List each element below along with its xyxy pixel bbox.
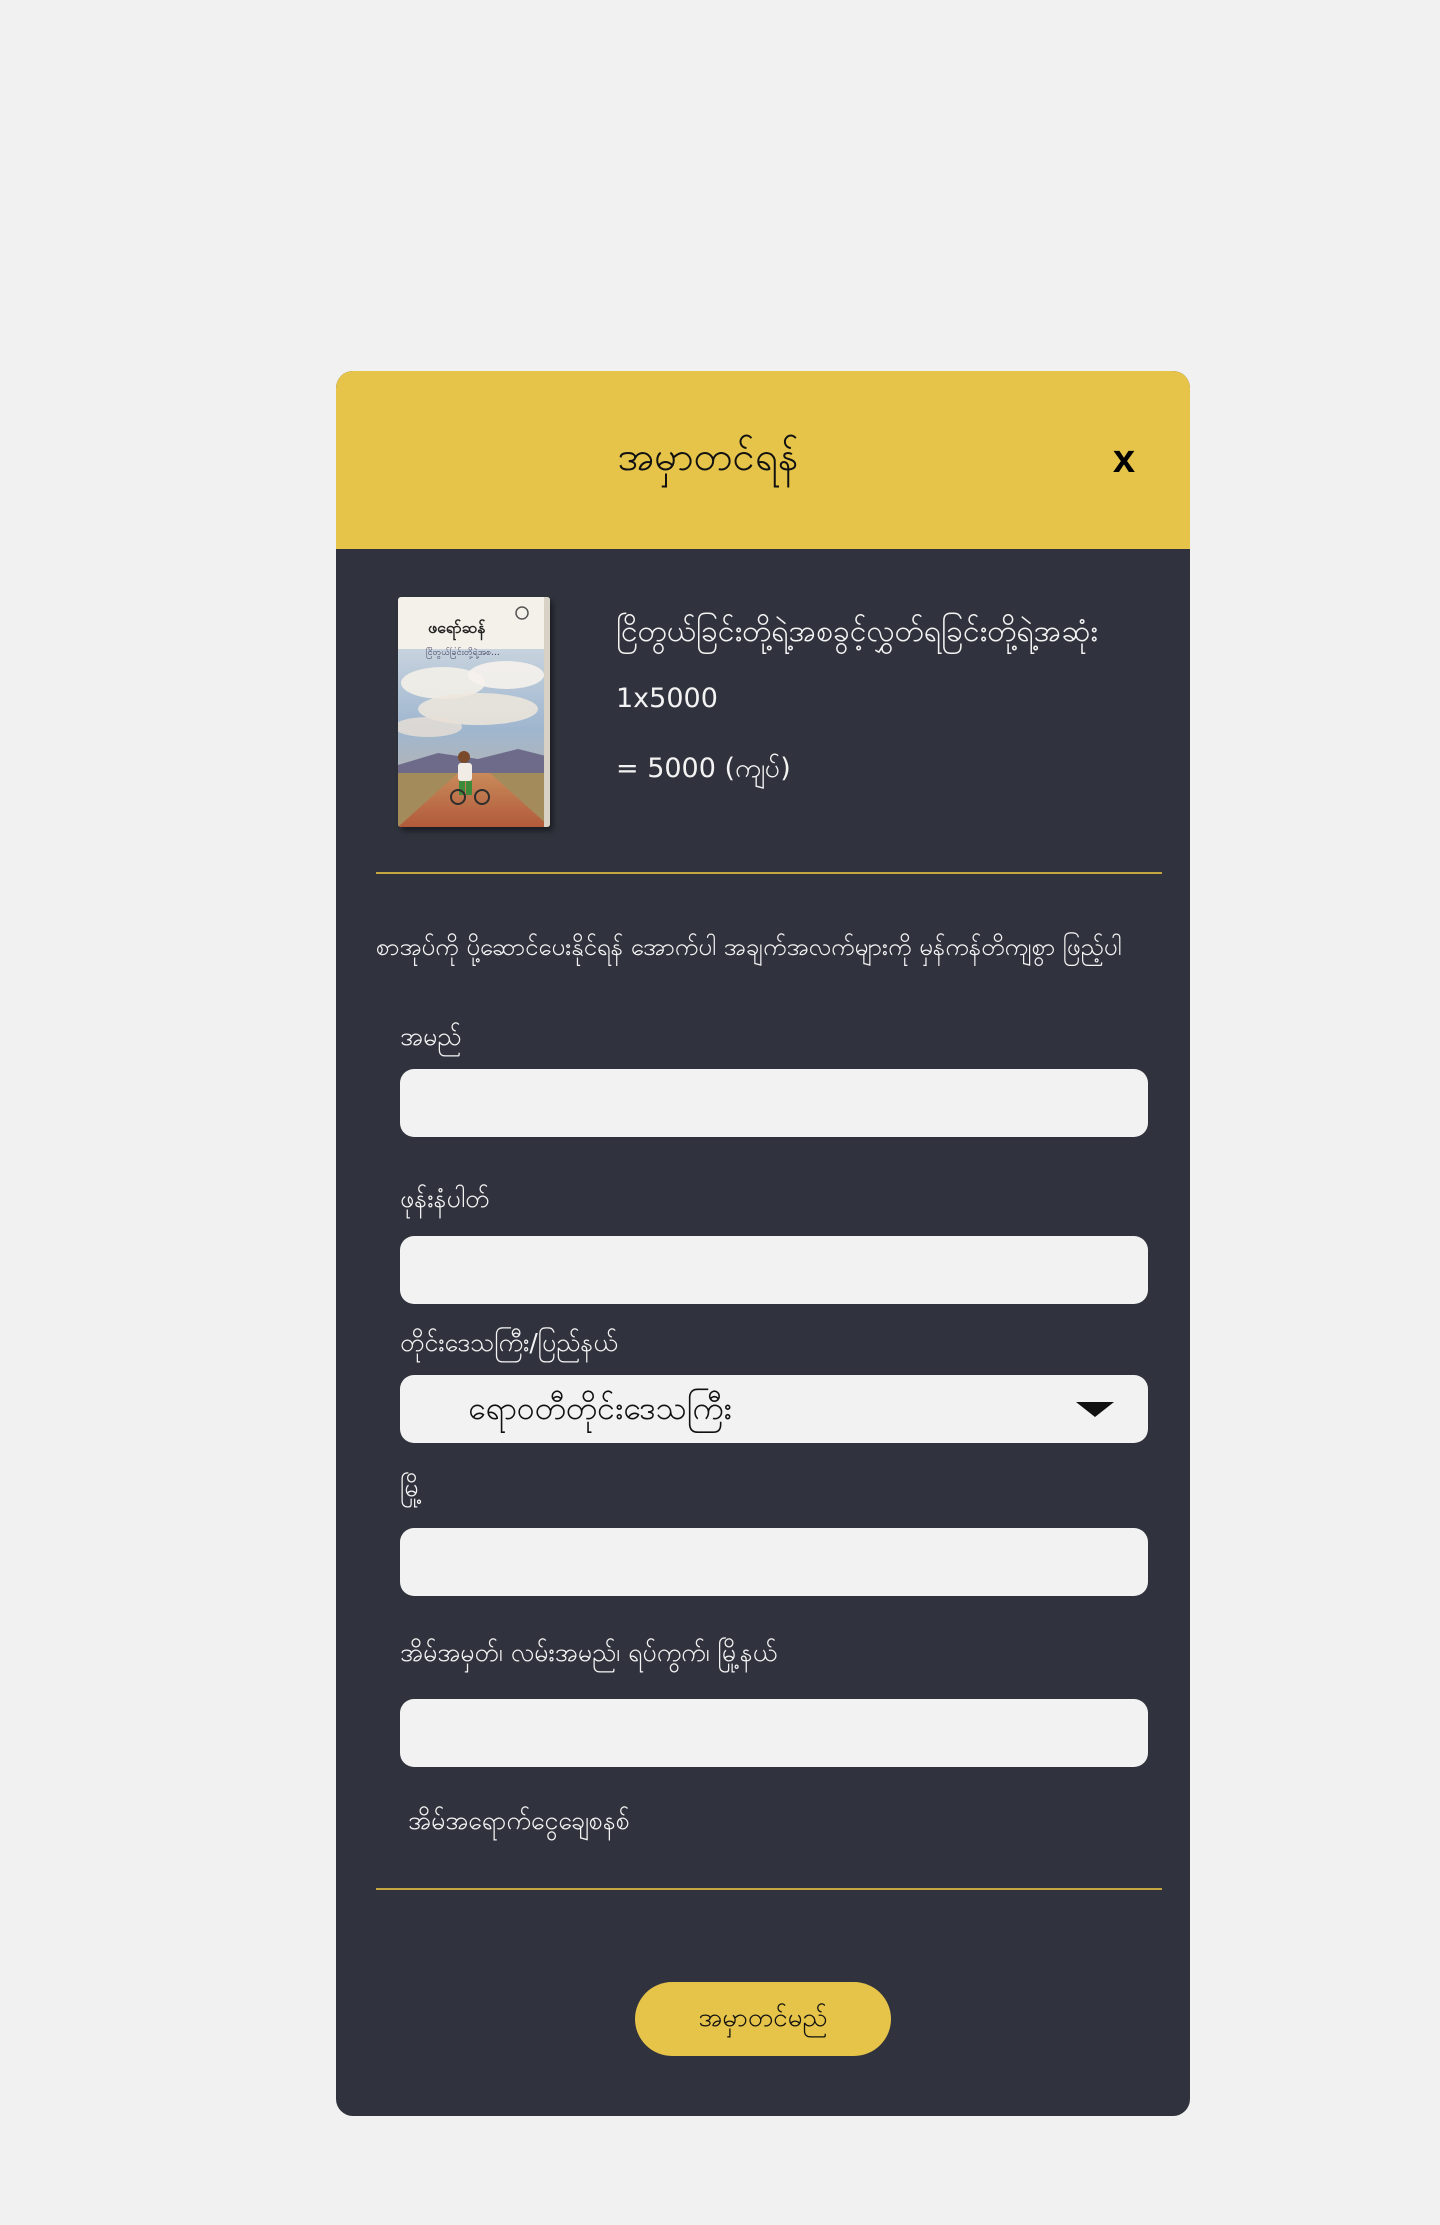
- divider-top: [376, 872, 1162, 874]
- region-label: တိုင်းဒေသကြီး/ပြည်နယ်: [400, 1328, 618, 1357]
- order-modal: အမှာတင်ရန် x ဖရော်ဆန် ငြိတွယ်ခြင်းတို့ရဲ…: [336, 371, 1190, 2116]
- product-total: = 5000 (ကျပ်): [616, 753, 791, 784]
- close-icon: x: [1112, 437, 1136, 481]
- book-cover-image: ဖရော်ဆန် ငြိတွယ်ခြင်းတို့ရဲ့အစ...: [398, 597, 550, 827]
- book-cover-subtitle: ငြိတွယ်ခြင်းတို့ရဲ့အစ...: [426, 648, 500, 658]
- product-quantity: 1x5000: [616, 683, 718, 714]
- city-input[interactable]: [400, 1528, 1148, 1596]
- name-input[interactable]: [400, 1069, 1148, 1137]
- phone-input[interactable]: [400, 1236, 1148, 1304]
- name-label: အမည်: [400, 1022, 462, 1051]
- submit-order-button[interactable]: အမှာတင်မည်: [635, 1982, 891, 2056]
- modal-header: အမှာတင်ရန် x: [336, 371, 1190, 549]
- region-select[interactable]: ရောဝတီတိုင်းဒေသကြီး: [400, 1375, 1148, 1443]
- product-title: ငြိတွယ်ခြင်းတို့ရဲ့အစခွင့်လွှတ်ရခြင်းတို…: [616, 614, 1098, 649]
- phone-label: ဖုန်းနံပါတ်: [400, 1184, 490, 1213]
- chevron-down-icon: [1076, 1402, 1114, 1417]
- modal-title: အမှာတင်ရန်: [617, 434, 799, 480]
- book-cover-author: ဖရော်ဆန်: [428, 618, 486, 637]
- region-selected-value: ရောဝတီတိုင်းဒေသကြီး: [468, 1389, 732, 1427]
- address-input[interactable]: [400, 1699, 1148, 1767]
- payment-method-label: အိမ်အရောက်ငွေချေစနစ်: [408, 1806, 630, 1835]
- city-label: မြို့: [400, 1473, 423, 1502]
- form-instruction: စာအုပ်ကို ပို့ဆောင်ပေးနိုင်ရန် အောက်ပါ အ…: [376, 933, 1122, 961]
- address-label: အိမ်အမှတ်၊ လမ်းအမည်၊ ရပ်ကွက်၊ မြို့နယ်: [400, 1638, 778, 1667]
- divider-bottom: [376, 1888, 1162, 1890]
- close-button[interactable]: x: [1102, 437, 1146, 481]
